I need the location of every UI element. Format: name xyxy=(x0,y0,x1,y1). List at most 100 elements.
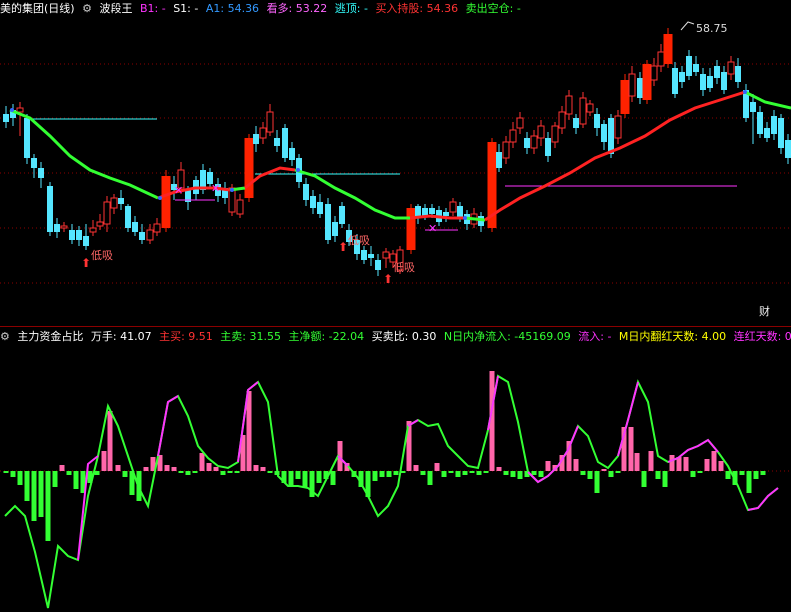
flow-bar xyxy=(648,451,654,471)
liuru-value: 流入: - xyxy=(578,330,612,343)
candlestick xyxy=(415,204,421,224)
flow-bar xyxy=(580,471,586,475)
candlestick xyxy=(771,110,777,140)
candlestick xyxy=(545,132,551,162)
flow-bar xyxy=(608,471,614,477)
candlestick xyxy=(502,136,510,164)
flow-bar xyxy=(476,471,482,475)
indicator-name[interactable]: 主力资金占比 xyxy=(17,330,83,343)
flow-bar xyxy=(227,471,233,473)
flow-bar xyxy=(704,459,710,471)
candlestick xyxy=(693,56,699,76)
flow-bar xyxy=(220,471,226,475)
candlestick xyxy=(236,194,244,218)
candlestick xyxy=(31,154,37,178)
x-marker-1: ✕ xyxy=(174,184,183,197)
candlestick xyxy=(89,220,97,236)
bottom-indicator-header: ⚙ 主力资金占比 万手: 41.07 主买: 9.51 主卖: 31.55 主净… xyxy=(0,328,791,346)
flow-bar xyxy=(316,471,322,483)
candlestick xyxy=(735,58,741,88)
flow-bar xyxy=(234,471,240,473)
b1-value: B1: - xyxy=(139,2,166,15)
flow-bar xyxy=(711,451,717,471)
ma-line-green-4 xyxy=(464,216,486,222)
maimaibi-value: 买卖比: 0.30 xyxy=(371,330,437,343)
candlestick xyxy=(586,100,594,116)
candlestick xyxy=(707,68,713,92)
gear-icon[interactable]: ⚙ xyxy=(82,2,92,15)
flow-bar xyxy=(413,465,419,471)
ma-line-green-1 xyxy=(9,108,159,200)
capital-flow-chart[interactable] xyxy=(0,346,791,612)
candlestick xyxy=(764,122,770,142)
candlestick xyxy=(310,190,316,214)
flow-bar xyxy=(192,471,198,473)
candlestick xyxy=(303,178,309,206)
flow-bar xyxy=(690,471,696,477)
flow-bar xyxy=(379,471,385,477)
flow-bar xyxy=(420,471,426,475)
mrfh-value: M日内翻红天数: 4.00 xyxy=(618,330,727,343)
flow-bar xyxy=(655,471,661,479)
flow-bar xyxy=(760,471,766,475)
flow-bar xyxy=(683,457,689,471)
candlestick xyxy=(743,84,749,122)
candlestick xyxy=(714,60,720,84)
gear-icon[interactable]: ⚙ xyxy=(0,330,10,343)
flow-bar xyxy=(206,463,212,471)
flow-bar xyxy=(386,471,392,477)
candlestick xyxy=(558,106,566,134)
finance-marker[interactable]: 财 xyxy=(759,304,770,318)
candlestick xyxy=(96,214,104,230)
flow-bar xyxy=(94,471,100,475)
x-marker-3: ✕ xyxy=(428,222,437,235)
flow-bar xyxy=(573,459,579,471)
candlestick xyxy=(537,120,545,146)
candlestick xyxy=(3,106,9,128)
candlestick xyxy=(375,254,381,276)
flow-bar xyxy=(503,471,509,475)
flow-bar xyxy=(143,467,149,471)
flow-bar xyxy=(101,451,107,471)
candlestick xyxy=(38,162,44,188)
flow-bar xyxy=(628,427,634,471)
taoding-value: 逃顶: - xyxy=(334,2,368,15)
candlestick xyxy=(449,198,457,216)
candlestick xyxy=(509,122,517,148)
indicator-name[interactable]: 波段王 xyxy=(99,2,132,15)
price-chart[interactable]: ✕ ✕ ✕ 58.75 ⬆ 低吸 ⬆ 低吸 ⬆ 低吸 财 xyxy=(0,18,791,323)
flow-bar xyxy=(594,471,600,493)
flow-bar xyxy=(330,471,336,485)
flow-bar xyxy=(372,471,378,481)
candlestick xyxy=(69,224,75,244)
candlestick xyxy=(282,124,288,162)
candlestick xyxy=(443,208,449,222)
flow-bar xyxy=(267,471,273,473)
flow-bar xyxy=(662,471,668,487)
candlestick xyxy=(253,126,259,152)
candlestick xyxy=(153,218,161,236)
candlesticks xyxy=(3,28,791,276)
s1-value: S1: - xyxy=(173,2,199,15)
candlestick xyxy=(161,170,171,232)
flow-bar xyxy=(24,471,30,501)
candlestick xyxy=(628,66,636,102)
ma-line-red-4 xyxy=(484,90,746,222)
candlestick xyxy=(125,204,131,232)
candlestick xyxy=(118,190,124,210)
flow-bar xyxy=(45,471,51,541)
candlestick xyxy=(700,68,706,96)
flow-bar xyxy=(260,467,266,471)
flow-bar xyxy=(718,461,724,471)
flow-line-segment xyxy=(157,395,179,457)
candlestick xyxy=(516,112,524,134)
candlestick xyxy=(601,120,607,150)
flow-bar xyxy=(483,471,489,473)
flow-line-green xyxy=(4,374,779,609)
dip-marker-1: ⬆ 低吸 xyxy=(81,249,113,270)
flow-bar xyxy=(746,471,752,493)
flow-bar xyxy=(669,455,675,471)
flow-bar xyxy=(510,471,516,477)
stock-title[interactable]: 美的集团(日线) xyxy=(0,2,75,15)
flow-bar xyxy=(441,471,447,477)
